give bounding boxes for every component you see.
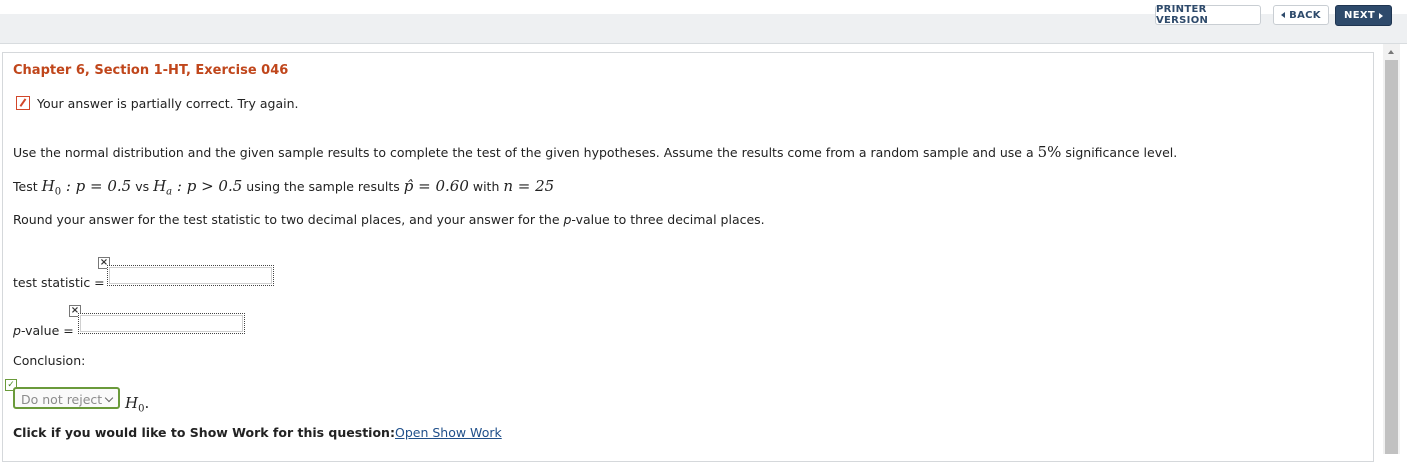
round-part2: -value to three decimal places. <box>571 212 765 227</box>
scroll-up-arrow-icon[interactable] <box>1388 50 1394 54</box>
with-text: with <box>468 179 504 194</box>
instructions-text: Use the normal distribution and the give… <box>13 143 1177 161</box>
vs-text: vs <box>131 179 154 194</box>
pvalue-label-rest: -value = <box>20 323 74 338</box>
ha-expression: : p > 0.5 <box>172 177 243 195</box>
test-statistic-label: test statistic = <box>13 275 105 290</box>
triangle-left-icon <box>1281 12 1286 18</box>
hypotheses-line: Test H0 : p = 0.5 vs Ha : p > 0.5 using … <box>13 177 554 198</box>
conclusion-select[interactable]: Do not reject <box>13 387 120 409</box>
feedback-text: Your answer is partially correct. Try ag… <box>37 96 299 111</box>
printer-version-label: PRINTER VERSION <box>1156 4 1209 26</box>
phat-expression: p̂ = 0.60 <box>403 177 469 195</box>
printer-version-button[interactable]: PRINTER VERSION <box>1155 4 1261 26</box>
pvalue-input[interactable] <box>78 313 245 334</box>
next-button[interactable]: NEXT <box>1335 5 1392 26</box>
h0-symbol: H <box>41 177 55 195</box>
instructions-part2: significance level. <box>1061 145 1178 160</box>
conclusion-h0-symbol: H <box>125 394 139 412</box>
open-show-work-link[interactable]: Open Show Work <box>395 425 502 440</box>
conclusion-label: Conclusion: <box>13 353 86 368</box>
n-expression: n = 25 <box>503 177 555 195</box>
test-statistic-input[interactable] <box>107 265 274 286</box>
show-work-prompt: Click if you would like to Show Work for… <box>13 425 395 440</box>
vertical-scrollbar[interactable] <box>1383 44 1400 454</box>
pvalue-label-p: p <box>13 323 21 338</box>
pvalue-label: p-value = <box>13 323 74 338</box>
scrollbar-thumb[interactable] <box>1385 60 1398 454</box>
exercise-title: Chapter 6, Section 1-HT, Exercise 046 <box>13 63 289 78</box>
test-prefix: Test <box>13 179 42 194</box>
question-panel <box>2 52 1374 462</box>
conclusion-period: . <box>144 394 150 412</box>
back-label: BACK <box>1289 9 1321 21</box>
ha-symbol: H <box>153 177 167 195</box>
significance-value: 5% <box>1037 143 1062 161</box>
conclusion-selected-value: Do not reject <box>21 392 103 407</box>
back-button[interactable]: BACK <box>1273 5 1329 25</box>
chevron-down-icon <box>104 393 114 403</box>
partially-correct-icon <box>16 96 30 110</box>
triangle-right-icon <box>1378 12 1383 19</box>
round-part1: Round your answer for the test statistic… <box>13 212 564 227</box>
conclusion-h0: H0. <box>125 394 149 415</box>
using-text: using the sample results <box>242 179 404 194</box>
h0-expression: : p = 0.5 <box>61 177 132 195</box>
rounding-instructions: Round your answer for the test statistic… <box>13 212 765 227</box>
next-label: NEXT <box>1344 10 1375 21</box>
instructions-part1: Use the normal distribution and the give… <box>13 145 1038 160</box>
